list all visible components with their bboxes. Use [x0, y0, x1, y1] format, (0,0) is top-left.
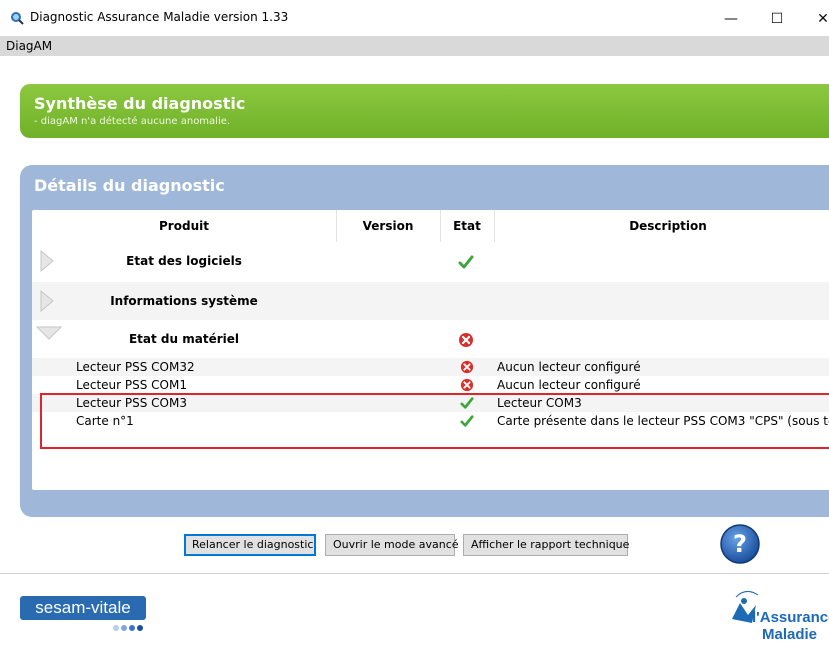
synthesis-banner: Synthèse du diagnostic - diagAM n'a déte… — [20, 84, 829, 138]
row-product: Lecteur PSS COM1 — [76, 378, 187, 392]
close-button[interactable]: ✕ — [800, 6, 829, 32]
column-header-version[interactable]: Version — [336, 219, 440, 233]
synthesis-subtitle: - diagAM n'a détecté aucune anomalie. — [34, 116, 231, 127]
highlight-box — [40, 393, 829, 449]
table-row[interactable]: Lecteur PSS COM1 Aucun lecteur configuré — [32, 376, 829, 394]
sesam-dots-icon — [113, 625, 143, 631]
group-label: Etat du matériel — [128, 332, 239, 346]
sesam-vitale-logo: sesam-vitale — [20, 596, 146, 620]
error-icon — [460, 360, 474, 374]
column-header-produit[interactable]: Produit — [32, 219, 336, 233]
svg-text:?: ? — [733, 530, 747, 558]
minimize-button[interactable]: — — [708, 6, 754, 32]
ouvrir-mode-avance-button[interactable]: Ouvrir le mode avancé — [325, 534, 459, 556]
row-description: Aucun lecteur configuré — [497, 360, 641, 374]
group-row-logiciels[interactable]: Etat des logiciels — [32, 242, 829, 280]
relancer-diagnostic-button[interactable]: Relancer le diagnostic — [184, 534, 316, 556]
group-label: Informations système — [110, 294, 258, 308]
table-row[interactable]: Lecteur PSS COM32 Aucun lecteur configur… — [32, 358, 829, 376]
row-description: Aucun lecteur configuré — [497, 378, 641, 392]
error-icon — [459, 333, 473, 347]
error-icon — [460, 378, 474, 392]
row-product: Lecteur PSS COM32 — [76, 360, 195, 374]
column-header-etat[interactable]: Etat — [440, 219, 494, 233]
maximize-button[interactable]: ☐ — [754, 6, 800, 32]
afficher-rapport-button[interactable]: Afficher le rapport technique — [463, 534, 629, 556]
synthesis-title: Synthèse du diagnostic — [34, 94, 246, 113]
details-panel: Détails du diagnostic Produit Version Et… — [20, 165, 829, 517]
title-bar: Diagnostic Assurance Maladie version 1.3… — [0, 0, 829, 36]
app-icon — [11, 12, 24, 25]
help-icon[interactable]: ? — [719, 523, 761, 565]
group-row-materiel[interactable]: Etat du matériel — [32, 320, 829, 358]
window-title: Diagnostic Assurance Maladie version 1.3… — [30, 10, 289, 24]
assurance-maladie-text: Maladie — [762, 626, 818, 643]
check-icon — [458, 255, 474, 269]
table-header: Produit Version Etat Description — [32, 210, 829, 242]
group-row-informations[interactable]: Informations système — [32, 282, 829, 320]
menu-item-diagam[interactable]: DiagAM — [6, 39, 52, 53]
details-title: Détails du diagnostic — [34, 176, 225, 195]
column-header-description[interactable]: Description — [494, 219, 829, 233]
assurance-maladie-text: l'Assurance — [752, 609, 829, 626]
footer-divider — [0, 573, 829, 574]
menu-bar: DiagAM — [0, 36, 829, 56]
group-label: Etat des logiciels — [126, 254, 242, 268]
